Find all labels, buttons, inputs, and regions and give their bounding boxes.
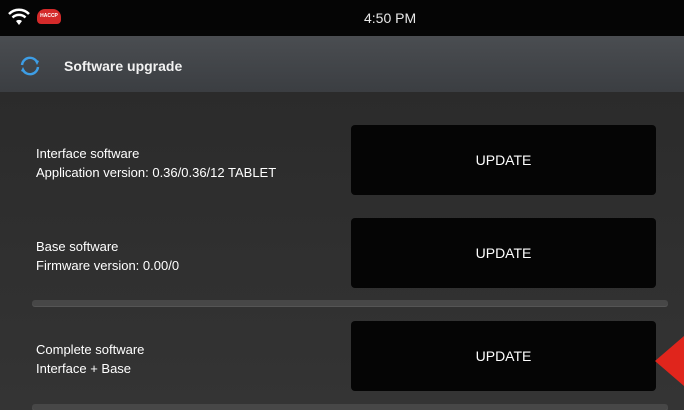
complete-software-label: Complete software — [36, 342, 145, 357]
sync-icon[interactable] — [18, 54, 42, 78]
interface-software-version: Application version: 0.36/0.36/12 TABLET — [36, 165, 277, 180]
base-software-version: Firmware version: 0.00/0 — [36, 258, 180, 273]
bottom-divider — [32, 404, 668, 410]
update-interface-button[interactable]: UPDATE — [351, 125, 656, 195]
content-area: Interface software Application version: … — [0, 92, 684, 410]
page-title: Software upgrade — [64, 58, 183, 74]
title-bar: Software upgrade — [0, 36, 684, 92]
section-divider — [32, 300, 668, 306]
update-base-button[interactable]: UPDATE — [351, 218, 656, 288]
base-software-label: Base software — [36, 239, 119, 254]
complete-software-text: Complete software Interface + Base — [36, 340, 144, 378]
complete-software-description: Interface + Base — [36, 361, 132, 376]
status-time: 4:50 PM — [364, 10, 417, 26]
interface-software-text: Interface software Application version: … — [36, 144, 276, 182]
update-complete-button[interactable]: UPDATE — [351, 321, 656, 391]
status-bar: HACCP 4:50 PM — [0, 0, 684, 36]
interface-software-label: Interface software — [36, 146, 140, 161]
haccp-badge-icon: HACCP — [37, 9, 61, 24]
wifi-icon — [8, 8, 30, 25]
base-software-text: Base software Firmware version: 0.00/0 — [36, 237, 179, 275]
red-pointer-arrow-icon — [655, 336, 684, 386]
